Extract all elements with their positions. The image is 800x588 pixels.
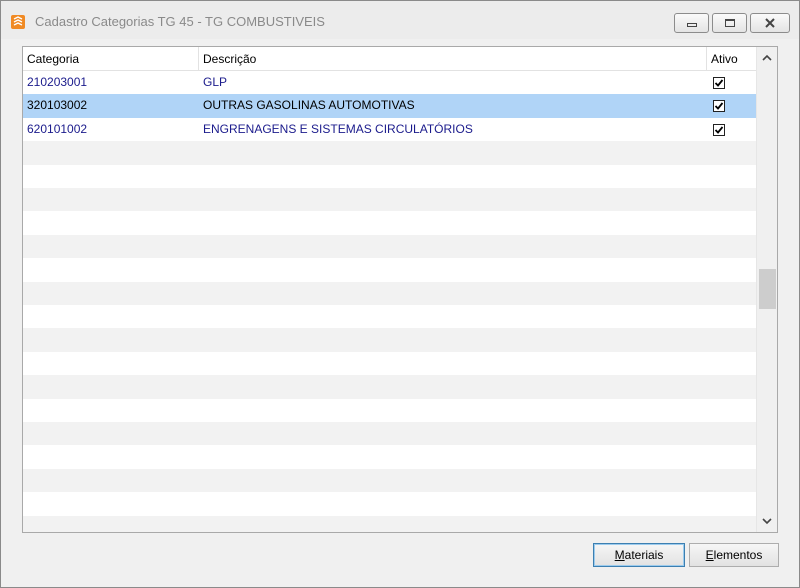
window: Cadastro Categorias TG 45 - TG COMBUSTIV… <box>0 0 800 588</box>
empty-row[interactable] <box>23 328 756 352</box>
empty-row[interactable] <box>23 258 756 281</box>
close-icon <box>765 18 775 28</box>
empty-row[interactable] <box>23 234 756 259</box>
app-icon <box>11 15 25 29</box>
scroll-up-button[interactable] <box>757 49 777 67</box>
empty-row[interactable] <box>23 352 756 375</box>
cell-descricao[interactable]: OUTRAS GASOLINAS AUTOMOTIVAS <box>199 94 707 117</box>
elementos-mnemonic: E <box>705 548 714 562</box>
ativo-checkbox[interactable] <box>713 77 725 89</box>
empty-row[interactable] <box>23 422 756 446</box>
empty-row[interactable] <box>23 188 756 212</box>
chevron-up-icon <box>762 54 772 61</box>
empty-row[interactable] <box>23 375 756 399</box>
empty-row[interactable] <box>23 305 756 328</box>
materiais-label: ateriais <box>624 548 664 562</box>
scroll-down-button[interactable] <box>757 512 777 530</box>
empty-row[interactable] <box>23 165 756 188</box>
ativo-checkbox[interactable] <box>713 123 725 136</box>
column-header-categoria[interactable]: Categoria <box>23 47 199 71</box>
materiais-mnemonic: M <box>614 548 625 562</box>
cell-ativo <box>707 94 756 117</box>
empty-row[interactable] <box>23 515 756 532</box>
empty-row[interactable] <box>23 445 756 468</box>
minimize-icon <box>686 23 697 27</box>
cell-ativo <box>707 118 756 141</box>
table-row[interactable]: 210203001 GLP <box>23 71 756 94</box>
ativo-checkbox[interactable] <box>713 100 725 113</box>
table-row[interactable]: 320103002 OUTRAS GASOLINAS AUTOMOTIVAS <box>23 94 756 118</box>
empty-row[interactable] <box>23 281 756 305</box>
window-title: Cadastro Categorias TG 45 - TG COMBUSTIV… <box>35 14 325 29</box>
chevron-down-icon <box>762 518 772 525</box>
column-header-ativo[interactable]: Ativo <box>707 47 756 71</box>
cell-descricao[interactable]: GLP <box>199 71 707 94</box>
scrollbar-thumb[interactable] <box>759 269 776 309</box>
grid-header: Categoria Descrição Ativo <box>23 47 756 71</box>
maximize-button[interactable] <box>712 13 747 33</box>
empty-row[interactable] <box>23 468 756 493</box>
empty-row[interactable] <box>23 492 756 515</box>
elementos-button[interactable]: Elementos <box>689 543 779 567</box>
empty-row[interactable] <box>23 399 756 422</box>
elementos-label: lementos <box>713 548 763 562</box>
grid-rows: 210203001 GLP 320103002 OUTRAS GASOLINAS AU… <box>23 71 756 532</box>
empty-row[interactable] <box>23 211 756 234</box>
empty-row[interactable] <box>23 141 756 165</box>
materiais-button[interactable]: Materiais <box>593 543 685 567</box>
cell-descricao[interactable]: ENGRENAGENS E SISTEMAS CIRCULATÓRIOS <box>199 118 707 141</box>
categories-grid[interactable]: Categoria Descrição Ativo 210203001 GLP 32… <box>22 46 778 533</box>
cell-categoria[interactable]: 620101002 <box>23 118 199 141</box>
vertical-scrollbar[interactable] <box>756 47 777 532</box>
cell-ativo <box>707 71 756 94</box>
cell-categoria[interactable]: 320103002 <box>23 94 199 117</box>
title-bar[interactable]: Cadastro Categorias TG 45 - TG COMBUSTIV… <box>1 1 799 39</box>
minimize-button[interactable] <box>674 13 709 33</box>
maximize-icon <box>724 19 735 27</box>
cell-categoria[interactable]: 210203001 <box>23 71 199 94</box>
close-button[interactable] <box>750 13 790 33</box>
table-row[interactable]: 620101002 ENGRENAGENS E SISTEMAS CIRCULAT… <box>23 118 756 141</box>
column-header-descricao[interactable]: Descrição <box>199 47 707 71</box>
